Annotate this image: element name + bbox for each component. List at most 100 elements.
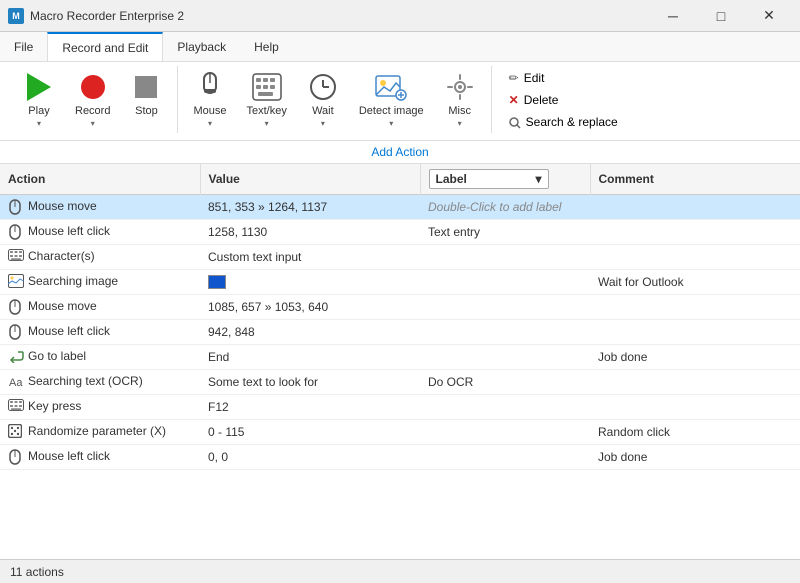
play-label: Play <box>28 105 49 118</box>
cell-label: Do OCR <box>420 370 590 395</box>
cell-action: Character(s) <box>0 245 200 270</box>
delete-label: Delete <box>524 93 559 107</box>
cell-action: Key press <box>0 395 200 420</box>
cell-label <box>420 395 590 420</box>
cell-value <box>200 270 420 295</box>
cell-action: Mouse left click <box>0 220 200 245</box>
mouse-button[interactable]: Mouse ▾ <box>184 66 235 133</box>
action-icon <box>8 424 24 440</box>
cell-comment <box>590 320 800 345</box>
cell-label <box>420 295 590 320</box>
image-thumbnail <box>208 275 226 289</box>
chevron-down-icon: ▾ <box>535 172 541 186</box>
cell-action: Go to label <box>0 345 200 370</box>
close-button[interactable]: ✕ <box>746 1 792 31</box>
action-icon <box>8 399 24 415</box>
maximize-button[interactable]: □ <box>698 1 744 31</box>
action-icon <box>8 249 24 265</box>
actions-group: Mouse ▾ Text/key ▾ <box>178 66 491 133</box>
stop-icon <box>130 71 162 103</box>
cell-value: Some text to look for <box>200 370 420 395</box>
table-row[interactable]: Mouse move851, 353 » 1264, 1137Double-Cl… <box>0 195 800 220</box>
record-label: Record <box>75 105 110 118</box>
table-header-row: Action Value Label ▾ Comment <box>0 164 800 195</box>
cell-label: Text entry <box>420 220 590 245</box>
action-icon <box>8 299 24 315</box>
stop-button[interactable]: Stop <box>121 66 171 123</box>
action-icon <box>8 224 24 240</box>
delete-button[interactable]: ✕ Delete <box>502 90 625 110</box>
action-icon: Aa <box>8 374 24 390</box>
search-replace-label: Search & replace <box>526 115 618 129</box>
misc-icon <box>444 71 476 103</box>
cell-action: Mouse left click <box>0 445 200 470</box>
cell-value: 0 - 115 <box>200 420 420 445</box>
add-action-row[interactable]: Add Action <box>0 141 800 164</box>
menu-record-edit[interactable]: Record and Edit <box>47 32 163 61</box>
col-header-comment: Comment <box>590 164 800 195</box>
cell-comment: Job done <box>590 445 800 470</box>
cell-value: Custom text input <box>200 245 420 270</box>
label-dropdown[interactable]: Label ▾ <box>429 169 549 189</box>
cell-label <box>420 420 590 445</box>
add-action-label: Add Action <box>371 145 428 159</box>
cell-label <box>420 445 590 470</box>
minimize-button[interactable]: ─ <box>650 1 696 31</box>
cell-action: Searching image <box>0 270 200 295</box>
table-row[interactable]: Mouse move1085, 657 » 1053, 640 <box>0 295 800 320</box>
cell-value: F12 <box>200 395 420 420</box>
col-header-value: Value <box>200 164 420 195</box>
wait-button[interactable]: Wait ▾ <box>298 66 348 133</box>
svg-text:Aa: Aa <box>9 377 23 388</box>
play-icon <box>23 71 55 103</box>
cell-comment <box>590 370 800 395</box>
cell-comment: Job done <box>590 345 800 370</box>
record-button[interactable]: Record ▾ <box>66 66 119 133</box>
detect-image-label: Detect image <box>359 105 424 118</box>
play-button[interactable]: Play ▾ <box>14 66 64 133</box>
search-replace-button[interactable]: Search & replace <box>502 112 625 132</box>
cell-action: Mouse left click <box>0 320 200 345</box>
table-row[interactable]: Go to labelEnd Job done <box>0 345 800 370</box>
cell-label <box>420 245 590 270</box>
table-row[interactable]: Mouse left click0, 0Job done <box>0 445 800 470</box>
detect-image-icon <box>375 71 407 103</box>
playback-group: Play ▾ Record ▾ Stop <box>8 66 178 133</box>
edit-pencil-icon: ✏ <box>509 71 519 85</box>
table-row[interactable]: Randomize parameter (X)0 - 115Random cli… <box>0 420 800 445</box>
action-icon <box>8 274 24 290</box>
cell-action: Mouse move <box>0 195 200 220</box>
actions-table: Action Value Label ▾ Comment Mouse move8… <box>0 164 800 470</box>
stop-label: Stop <box>135 105 158 118</box>
table-row[interactable]: Mouse left click1258, 1130Text entry <box>0 220 800 245</box>
menu-file[interactable]: File <box>0 32 47 61</box>
misc-button[interactable]: Misc ▾ <box>435 66 485 133</box>
cell-value: 1085, 657 » 1053, 640 <box>200 295 420 320</box>
edit-label: Edit <box>524 71 545 85</box>
textkey-label: Text/key <box>247 105 287 118</box>
cell-value: 1258, 1130 <box>200 220 420 245</box>
menu-help[interactable]: Help <box>240 32 293 61</box>
cell-label <box>420 320 590 345</box>
col-header-label[interactable]: Label ▾ <box>420 164 590 195</box>
app-title: Macro Recorder Enterprise 2 <box>30 9 650 23</box>
table-row[interactable]: AaSearching text (OCR)Some text to look … <box>0 370 800 395</box>
cell-comment <box>590 395 800 420</box>
table-row[interactable]: Key pressF12 <box>0 395 800 420</box>
textkey-button[interactable]: Text/key ▾ <box>238 66 296 133</box>
cell-comment <box>590 245 800 270</box>
cell-value: End <box>200 345 420 370</box>
app-icon: M <box>8 8 24 24</box>
cell-value: 942, 848 <box>200 320 420 345</box>
table-row[interactable]: Mouse left click942, 848 <box>0 320 800 345</box>
misc-label: Misc <box>448 105 471 118</box>
record-icon <box>77 71 109 103</box>
cell-comment <box>590 295 800 320</box>
detect-image-button[interactable]: Detect image ▾ <box>350 66 433 133</box>
table-row[interactable]: Character(s)Custom text input <box>0 245 800 270</box>
cell-label: Double-Click to add label <box>420 195 590 220</box>
edit-button[interactable]: ✏ Edit <box>502 68 625 88</box>
table-row[interactable]: Searching imageWait for Outlook <box>0 270 800 295</box>
menu-playback[interactable]: Playback <box>163 32 240 61</box>
mouse-label: Mouse <box>193 105 226 118</box>
